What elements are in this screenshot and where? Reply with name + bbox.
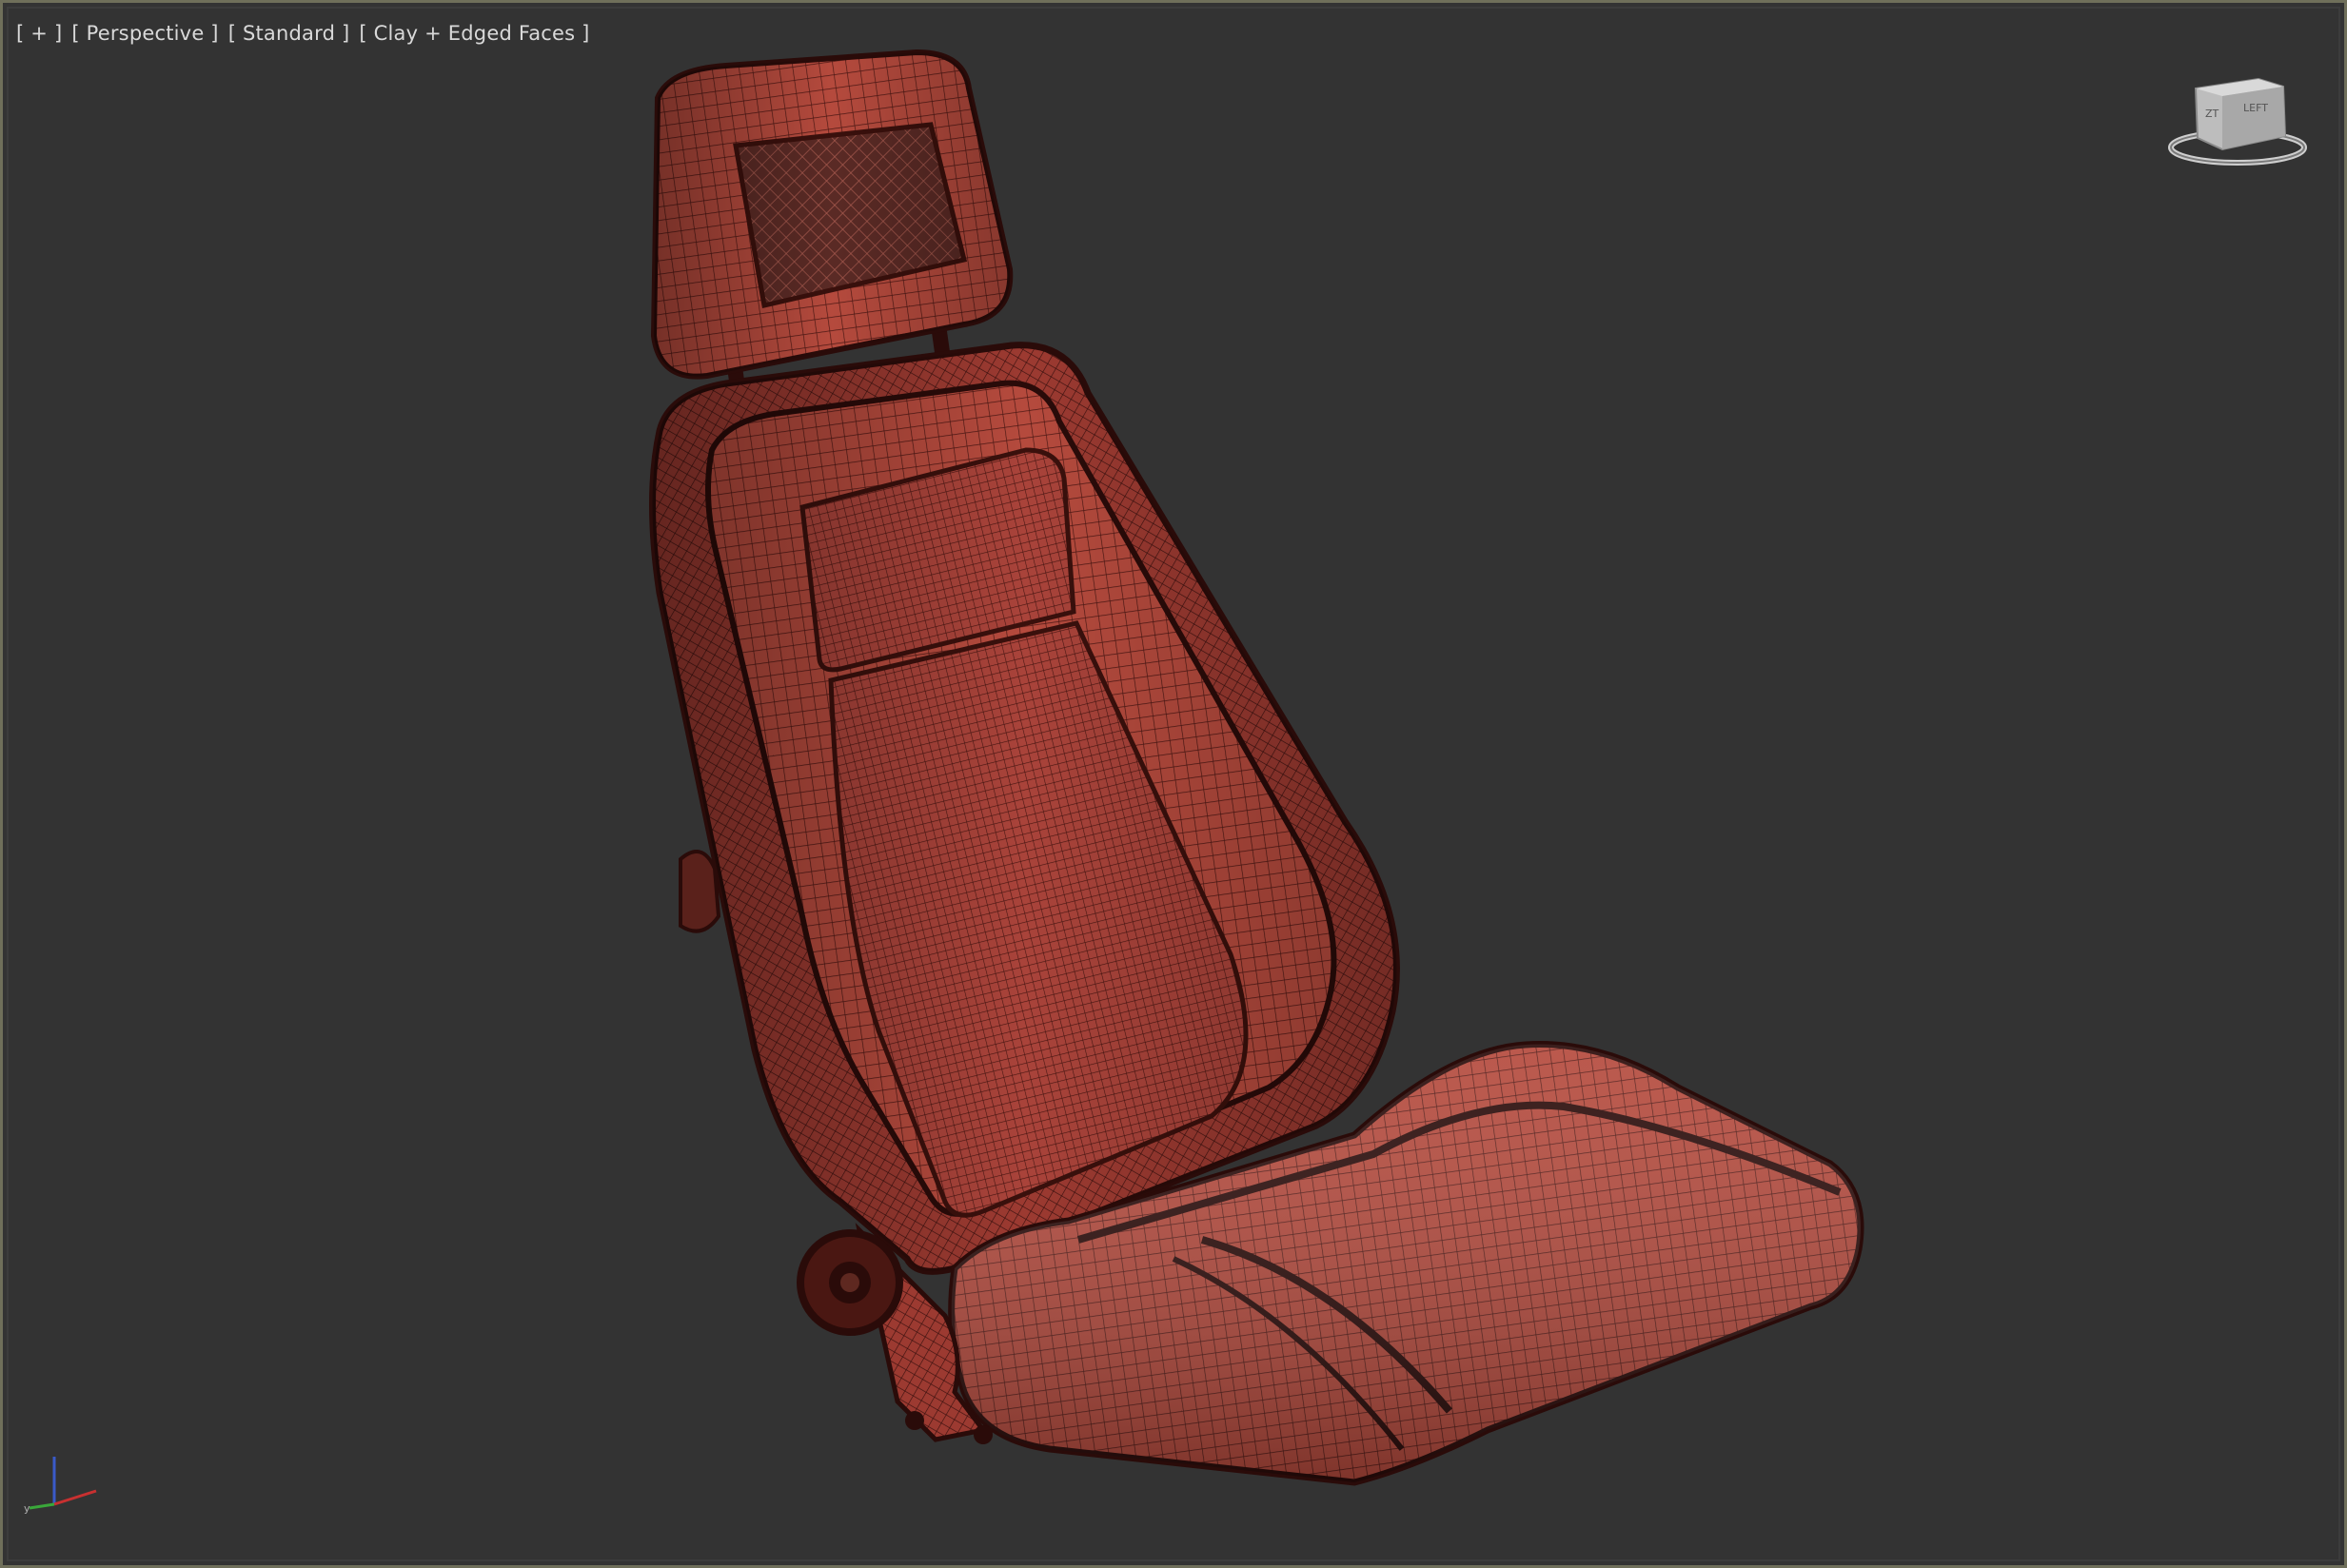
svg-text:y: y bbox=[24, 1502, 30, 1515]
perspective-viewport[interactable]: [ + ] [ Perspective ] [ Standard ] [ Cla… bbox=[0, 0, 2347, 1568]
svg-text:ZT: ZT bbox=[2205, 108, 2219, 120]
axis-tripod-icon: y bbox=[24, 1457, 97, 1515]
svg-text:LEFT: LEFT bbox=[2243, 102, 2268, 114]
car-seat-model[interactable] bbox=[3, 3, 2344, 1565]
headrest bbox=[650, 49, 1014, 380]
side-lever bbox=[679, 850, 721, 933]
viewcube-icon[interactable]: ZT LEFT bbox=[2163, 69, 2316, 184]
seat-back bbox=[649, 342, 1400, 1275]
